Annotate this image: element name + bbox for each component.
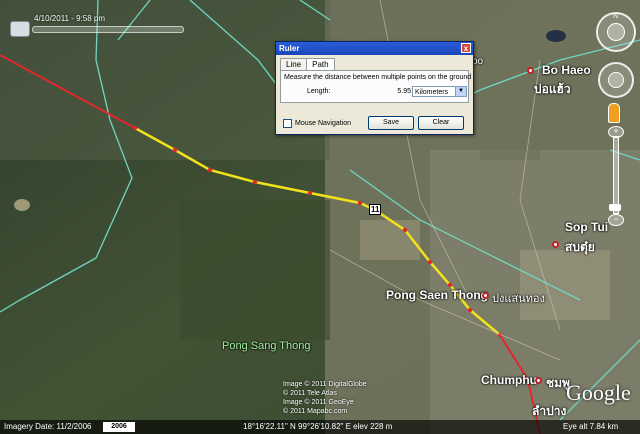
ruler-title: Ruler (279, 44, 300, 53)
cursor-coordinates: 18°16'22.11" N 99°26'10.82" E elev 228 m (243, 422, 393, 431)
ruler-description: Measure the distance between multiple po… (284, 74, 472, 81)
credit-line: Image © 2011 GeoEye (283, 399, 354, 406)
unit-select-value: Kilometers (415, 89, 449, 96)
zoom-knob[interactable] (609, 204, 621, 211)
map-label-pong-sang-thong: Pong Sang Thong (222, 340, 311, 352)
length-value: 5.95 (397, 88, 411, 95)
look-control[interactable]: N (596, 12, 636, 52)
hand-icon[interactable] (608, 72, 624, 88)
map-label-lampang-thai: ลำปาง (532, 404, 567, 418)
eye-altitude: Eye alt 7.84 km (563, 422, 619, 431)
map-label-pong-saen-thong-thai: ปงแสนทอง (492, 293, 545, 305)
compass-north-icon[interactable]: N (613, 13, 618, 20)
time-slider-thumb[interactable] (10, 21, 30, 37)
zoom-track[interactable] (613, 136, 619, 214)
eye-icon[interactable] (607, 23, 625, 41)
map-label-pong-saen-thong: Pong Saen Thong (386, 288, 488, 302)
route-shield-11: 11 (369, 204, 382, 215)
tab-line[interactable]: Line (280, 58, 308, 70)
credit-line: © 2011 Mapabc.com (283, 408, 348, 415)
close-icon[interactable]: x (461, 43, 471, 53)
save-button[interactable]: Save (368, 116, 414, 130)
ruler-tabs: Line Path (280, 58, 335, 71)
time-slider[interactable]: 4/10/2011 - 9:58 pm (10, 14, 190, 37)
map-label-chumphu: Chumphu (481, 373, 537, 387)
place-pin-bo-haeo[interactable] (527, 67, 534, 74)
map-label-bo-haeo: Bo Haeo (542, 63, 591, 77)
map-label-sop-tui-thai: สบตุ๋ย (565, 240, 595, 254)
zoom-slider[interactable]: + − (608, 126, 624, 226)
street-view-pegman-icon[interactable] (608, 103, 620, 123)
historical-imagery-year[interactable]: 2006 (103, 422, 135, 432)
time-slider-label: 4/10/2011 - 9:58 pm (34, 14, 106, 23)
map-label-sop-tui: Sop Tui (565, 220, 609, 234)
length-label: Length: (307, 88, 331, 95)
mouse-navigation-option[interactable]: Mouse Navigation (283, 119, 351, 128)
ruler-dialog: Ruler x Line Path Measure the distance be… (275, 41, 474, 135)
time-slider-track[interactable] (32, 26, 184, 33)
google-logo: Google (566, 380, 631, 405)
place-pin-sop-tui[interactable] (552, 241, 559, 248)
status-bar: Imagery Date: 11/2/2006 2006 18°16'22.11… (0, 420, 640, 434)
credit-line: © 2011 Tele Atlas (283, 390, 337, 397)
credit-line: Image © 2011 DigitalGlobe (283, 381, 367, 388)
place-pin-pong-saen-thong[interactable] (482, 292, 489, 299)
clear-button[interactable]: Clear (418, 116, 464, 130)
place-pin-chumphu[interactable] (535, 377, 542, 384)
ruler-title-bar[interactable]: Ruler x (276, 42, 473, 55)
map-label-bo-haeo-thai: บ่อแฮ้ว (534, 82, 571, 96)
mouse-navigation-label: Mouse Navigation (295, 120, 352, 127)
imagery-date: Imagery Date: 11/2/2006 (4, 422, 92, 431)
move-control[interactable] (598, 62, 634, 98)
zoom-out-icon[interactable]: − (608, 214, 624, 226)
mouse-navigation-checkbox[interactable] (283, 119, 292, 128)
imagery-credits: Image © 2011 DigitalGlobe © 2011 Tele At… (283, 380, 367, 416)
chevron-down-icon[interactable]: ▼ (455, 87, 466, 96)
unit-select[interactable]: Kilometers ▼ (412, 86, 467, 97)
ruler-path-panel: Measure the distance between multiple po… (280, 70, 472, 103)
